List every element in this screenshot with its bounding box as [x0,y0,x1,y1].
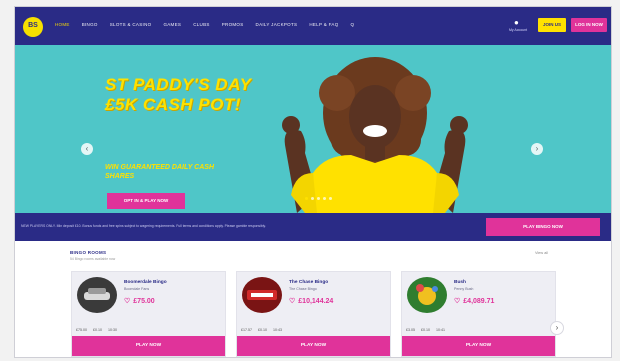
meta-time: 10:43 [273,328,282,332]
carousel-dot[interactable] [305,197,308,200]
jackpot-amount: ♡ £75.00 [124,297,155,305]
login-button[interactable]: LOG IN NOW [571,18,607,32]
carousel-dot[interactable] [329,197,332,200]
game-name: The Chase Bingo [289,280,329,285]
search-icon[interactable]: Q [351,22,355,27]
play-now-button[interactable]: PLAY NOW [402,336,555,356]
game-card[interactable]: Bush Penny Bush ♡ £4,089.71 £3.05 £0.10 1… [401,271,556,357]
jackpot-value: £4,089.71 [463,298,495,305]
game-thumbnail [242,277,282,313]
jackpot-amount: ♡ £10,144.24 [289,297,333,305]
jackpot-amount: ♡ £4,089.71 [454,297,494,305]
play-bingo-now-button[interactable]: PLAY BINGO NOW [486,218,600,236]
game-meta: £17.57 £0.10 10:43 [241,328,282,332]
browser-page: BS HOME BINGO SLOTS & CASINO GAMES CLUBS… [14,6,612,358]
hero-cta-button[interactable]: OPT IN & PLAY NOW [107,193,185,209]
play-now-button[interactable]: PLAY NOW [72,336,225,356]
hero-subtitle: WIN GUARANTEED DAILY CASH SHARES [105,164,215,180]
user-icon: ● [514,18,519,27]
presenter-image [282,57,468,213]
section-subtitle: 54 Bingo rooms available now [70,257,116,261]
meta-ticket: £0.10 [93,328,102,332]
bingo-rooms-section: BINGO ROOMS 54 Bingo rooms available now… [15,241,611,357]
game-thumbnail [407,277,447,313]
hero-banner[interactable]: ST PADDY'S DAY £5K CASH POT! WIN GUARANT… [15,45,611,213]
account-button[interactable]: ● My Account [509,17,527,35]
carousel-dot[interactable] [323,197,326,200]
heart-icon: ♡ [454,298,461,305]
top-navigation: BS HOME BINGO SLOTS & CASINO GAMES CLUBS… [15,7,611,45]
join-button[interactable]: JOIN US [538,18,566,32]
carousel-dot[interactable] [317,197,320,200]
meta-prize: £17.57 [241,328,252,332]
nav-item-games[interactable]: GAMES [163,22,181,27]
nav-item-home[interactable]: HOME [55,22,70,27]
meta-time: 10:30 [108,328,117,332]
game-name: Bush [454,280,466,285]
heart-icon: ♡ [124,298,131,305]
jackpot-value: £75.00 [133,298,155,305]
nav-item-slots-casino[interactable]: SLOTS & CASINO [110,22,152,27]
game-card[interactable]: Boomerdale Bingo Boomdale Fans ♡ £75.00 £… [71,271,226,357]
meta-ticket: £0.10 [258,328,267,332]
jackpot-value: £10,144.24 [298,298,334,305]
game-type: Boomdale Fans [124,287,150,291]
meta-prize: £75.00 [76,328,87,332]
nav-item-daily-jackpots[interactable]: DAILY JACKPOTS [256,22,298,27]
game-type: Penny Bush [454,287,474,291]
game-meta: £3.05 £0.10 10:41 [406,328,445,332]
main-nav-links: HOME BINGO SLOTS & CASINO GAMES CLUBS PR… [55,22,354,27]
logo-text: BS [28,22,38,29]
nav-item-bingo[interactable]: BINGO [82,22,98,27]
view-all-link[interactable]: View all [535,251,548,255]
play-now-button[interactable]: PLAY NOW [237,336,390,356]
game-name: Boomerdale Bingo [124,280,167,285]
meta-ticket: £0.10 [421,328,430,332]
site-logo[interactable]: BS [23,17,43,37]
meta-time: 10:41 [436,328,445,332]
game-meta: £75.00 £0.10 10:30 [76,328,117,332]
carousel-prev-icon[interactable]: ‹ [81,143,93,155]
account-label: My Account [508,28,528,32]
section-title: BINGO ROOMS [70,250,107,255]
meta-prize: £3.05 [406,328,415,332]
game-card[interactable]: The Chase Bingo The Chase Bingo ♡ £10,144… [236,271,391,357]
nav-item-promos[interactable]: PROMOS [222,22,244,27]
game-type: The Chase Bingo [289,287,317,291]
game-thumbnail [77,277,117,313]
heart-icon: ♡ [289,298,296,305]
carousel-next-icon[interactable]: › [531,143,543,155]
hero-title: ST PADDY'S DAY £5K CASH POT! [105,75,252,114]
nav-item-clubs[interactable]: CLUBS [193,22,210,27]
chevron-right-icon[interactable]: › [550,321,564,335]
carousel-dot[interactable] [311,197,314,200]
carousel-dots [305,197,332,200]
nav-item-help-faq[interactable]: HELP & FAQ [309,22,338,27]
promo-info-bar: NEW PLAYERS ONLY. Min deposit £10. Bonus… [15,213,611,241]
terms-text: NEW PLAYERS ONLY. Min deposit £10. Bonus… [21,224,266,228]
